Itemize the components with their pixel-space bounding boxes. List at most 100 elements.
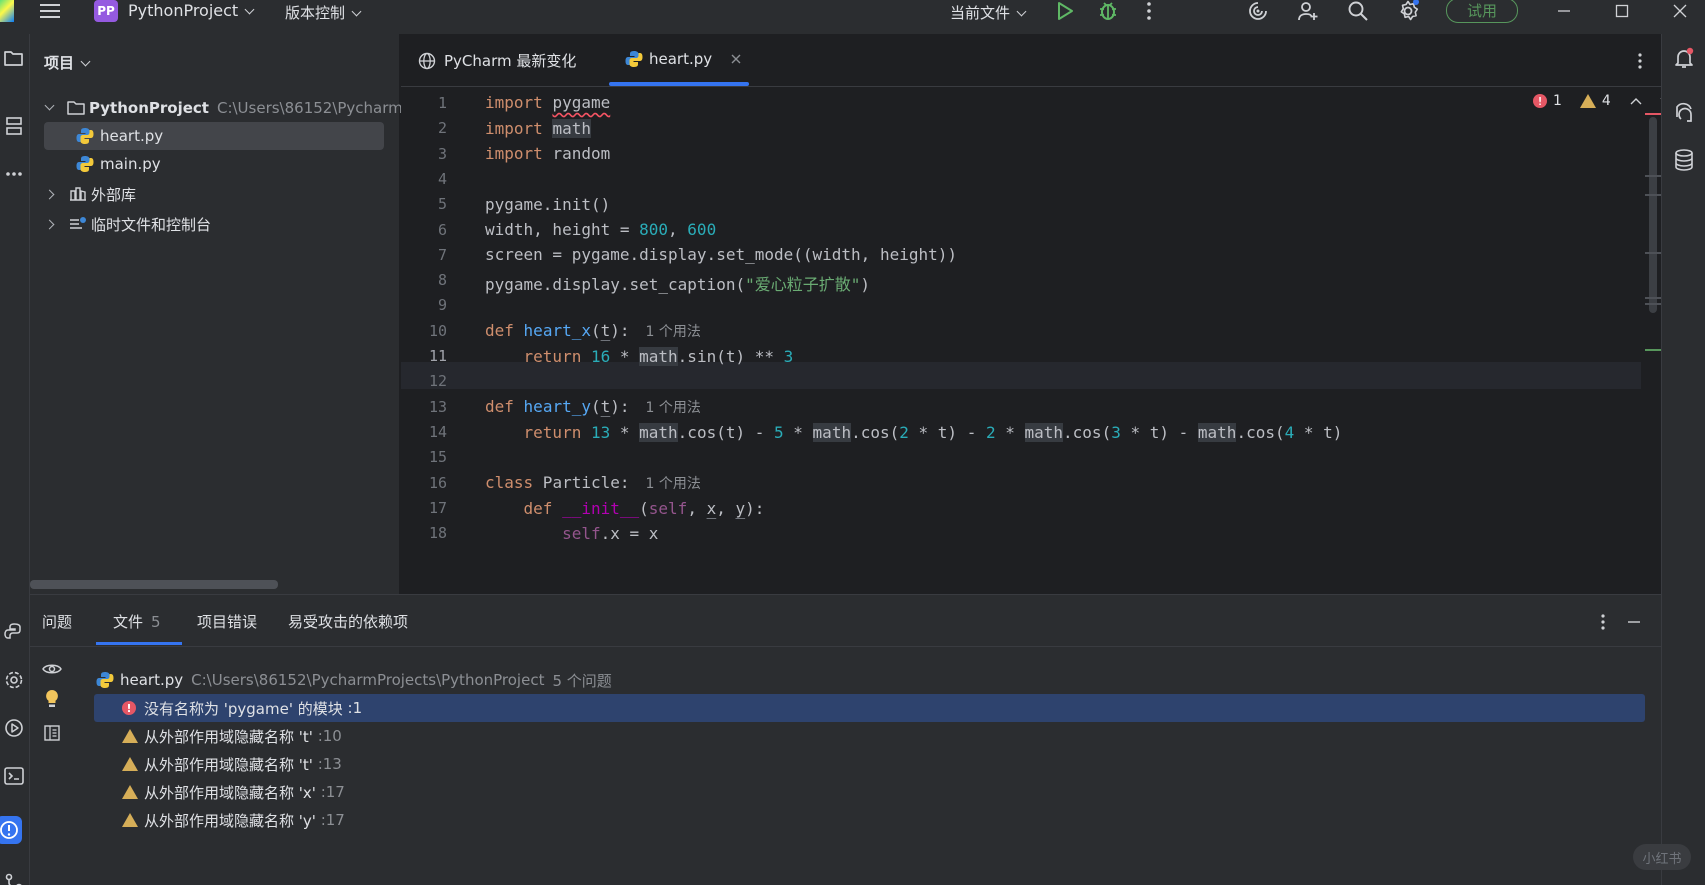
problems-file-row[interactable]: heart.py C:\Users\86152\PycharmProjects\… <box>96 666 1647 694</box>
database-icon[interactable] <box>1672 148 1696 172</box>
file-path: C:\Users\86152\PycharmProjects\PythonPro… <box>191 671 545 689</box>
tree-item-scratches[interactable]: 临时文件和控制台 <box>44 210 212 238</box>
problems-tool-icon[interactable] <box>0 816 22 844</box>
expand-arrow-icon[interactable] <box>44 189 55 199</box>
run-tool-icon[interactable] <box>0 714 28 742</box>
vertical-scrollbar[interactable] <box>1649 117 1657 313</box>
line-number[interactable]: 11 <box>401 347 447 365</box>
debug-icon[interactable] <box>1096 0 1120 22</box>
chevron-up-icon[interactable] <box>1629 96 1643 106</box>
line-number[interactable]: 12 <box>401 372 447 390</box>
line-number[interactable]: 13 <box>401 398 447 416</box>
code-line-2: import math <box>485 119 591 138</box>
code-editor[interactable]: ! 1 4 1 2 3 4 5 6 7 8 9 10 11 12 13 14 15 16 17 18 import … <box>401 87 1661 594</box>
line-number[interactable]: 10 <box>401 322 447 340</box>
expand-arrow-icon[interactable] <box>44 100 55 110</box>
code-line-16: class Particle: 1 个用法 <box>485 473 701 492</box>
panel-options-icon[interactable] <box>1598 611 1608 633</box>
line-number[interactable]: 6 <box>401 221 447 239</box>
line-number[interactable]: 9 <box>401 296 447 314</box>
hide-panel-icon[interactable] <box>1626 611 1642 633</box>
tab-project-errors[interactable]: 项目错误 <box>197 611 257 632</box>
project-badge[interactable]: PP <box>94 0 118 22</box>
caret-marker <box>1645 349 1661 351</box>
project-panel: 项目 PythonProject C:\Users\86152\PycharmP… <box>30 34 412 594</box>
preview-icon[interactable] <box>42 723 62 743</box>
line-number[interactable]: 17 <box>401 499 447 517</box>
horizontal-scrollbar[interactable] <box>30 580 278 589</box>
tab-pycharm-whats-new[interactable]: PyCharm 最新变化 <box>418 50 576 71</box>
scroll-marker[interactable] <box>1645 303 1661 305</box>
problem-line: :17 <box>320 783 345 801</box>
lightbulb-icon[interactable] <box>42 689 62 709</box>
line-number[interactable]: 2 <box>401 119 447 137</box>
run-config-label: 当前文件 <box>950 4 1011 22</box>
project-tool-icon[interactable] <box>0 44 28 72</box>
usage-hint[interactable]: 1 个用法 <box>646 324 701 340</box>
active-tab-indicator <box>96 642 182 645</box>
services-icon[interactable] <box>0 666 28 694</box>
scroll-marker[interactable] <box>1645 175 1661 177</box>
tree-item-external-libraries[interactable]: 外部库 <box>44 180 136 208</box>
inspection-widget[interactable]: ! 1 4 <box>1533 93 1661 109</box>
current-line-highlight <box>401 362 1641 389</box>
tab-count: 5 <box>151 613 161 631</box>
terminal-icon[interactable] <box>0 762 28 790</box>
tab-heart-py[interactable]: heart.py <box>625 50 742 68</box>
line-number[interactable]: 14 <box>401 423 447 441</box>
line-number[interactable]: 16 <box>401 474 447 492</box>
more-tools-icon[interactable] <box>0 160 28 188</box>
more-vertical-icon[interactable] <box>1144 0 1154 22</box>
run-icon[interactable] <box>1054 0 1076 22</box>
line-number[interactable]: 4 <box>401 170 447 188</box>
search-icon[interactable] <box>1346 0 1370 22</box>
try-button[interactable]: 试用 <box>1446 0 1518 23</box>
structure-tool-icon[interactable] <box>0 112 28 140</box>
tree-item-project-root[interactable]: PythonProject C:\Users\86152\PycharmP <box>44 94 412 122</box>
close-tab-icon[interactable] <box>730 53 742 65</box>
close-icon[interactable] <box>1672 0 1688 22</box>
tree-item-label: 临时文件和控制台 <box>91 215 212 234</box>
problem-item[interactable]: 从外部作用域隐藏名称 'y' :17 <box>94 806 1645 834</box>
eye-icon[interactable] <box>42 659 62 679</box>
maximize-icon[interactable] <box>1614 0 1630 22</box>
line-number[interactable]: 1 <box>401 94 447 112</box>
line-number[interactable]: 8 <box>401 271 447 289</box>
main-menu-icon[interactable] <box>40 0 64 22</box>
tab-file-problems[interactable]: 文件 5 <box>113 611 161 632</box>
problem-item[interactable]: 从外部作用域隐藏名称 't' :13 <box>94 750 1645 778</box>
vcs-menu[interactable]: 版本控制 <box>285 2 362 23</box>
chevron-down-icon[interactable] <box>1659 96 1661 106</box>
project-panel-header[interactable]: 项目 <box>44 52 91 73</box>
project-panel-title: 项目 <box>44 54 75 72</box>
problem-item[interactable]: 从外部作用域隐藏名称 'x' :17 <box>94 778 1645 806</box>
add-user-icon[interactable] <box>1296 0 1320 22</box>
line-number[interactable]: 15 <box>401 448 447 466</box>
usage-hint[interactable]: 1 个用法 <box>646 476 701 492</box>
notifications-bell-icon[interactable] <box>1672 46 1696 70</box>
version-control-icon[interactable] <box>0 868 28 885</box>
minimize-icon[interactable] <box>1556 0 1572 22</box>
tab-vulnerable-dependencies[interactable]: 易受攻击的依赖项 <box>288 611 408 632</box>
error-marker[interactable] <box>1645 113 1661 115</box>
line-number[interactable]: 18 <box>401 524 447 542</box>
scroll-marker[interactable] <box>1645 252 1661 254</box>
problem-item[interactable]: 从外部作用域隐藏名称 't' :10 <box>94 722 1645 750</box>
python-packages-icon[interactable] <box>0 618 28 646</box>
tab-options-icon[interactable] <box>1635 50 1645 72</box>
ai-chat-icon[interactable] <box>1672 100 1696 124</box>
line-number[interactable]: 5 <box>401 195 447 213</box>
scroll-marker[interactable] <box>1645 194 1661 196</box>
ai-assistant-icon[interactable] <box>1246 0 1270 22</box>
tree-item-heart-py[interactable]: heart.py <box>44 122 384 150</box>
project-selector[interactable]: PythonProject <box>128 1 255 20</box>
scroll-marker[interactable] <box>1645 297 1661 299</box>
expand-arrow-icon[interactable] <box>44 219 55 229</box>
line-number[interactable]: 3 <box>401 145 447 163</box>
settings-gear-icon[interactable] <box>1396 0 1420 22</box>
problem-item[interactable]: ! 没有名称为 'pygame' 的模块 :1 <box>94 694 1645 722</box>
run-config-selector[interactable]: 当前文件 <box>950 2 1027 23</box>
tree-item-main-py[interactable]: main.py <box>44 150 161 178</box>
line-number[interactable]: 7 <box>401 246 447 264</box>
usage-hint[interactable]: 1 个用法 <box>646 400 701 416</box>
